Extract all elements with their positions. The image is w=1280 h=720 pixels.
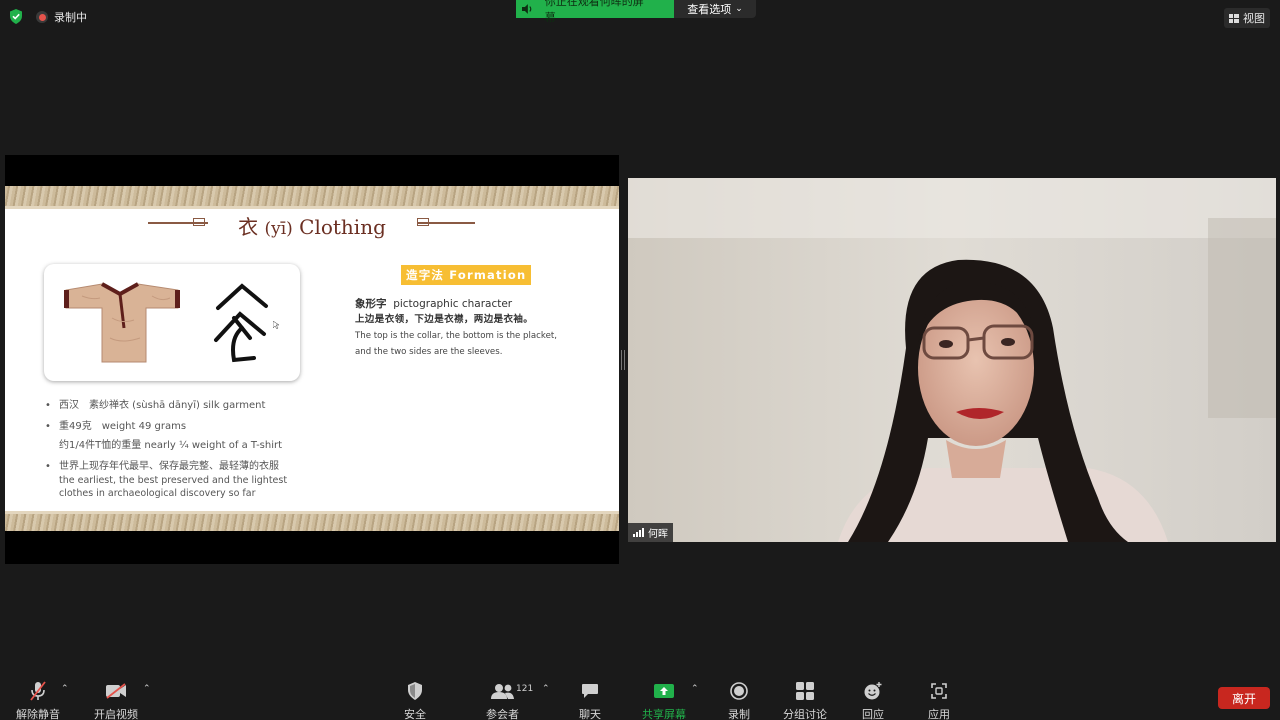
add-reaction-icon [861, 679, 885, 703]
breakout-rooms-button[interactable]: 分组讨论 [783, 676, 827, 720]
participants-button[interactable]: 参会者 [486, 676, 519, 720]
share-options-caret-icon[interactable]: ⌃ [691, 684, 699, 694]
participant-name-tag: 何晖 [628, 523, 673, 542]
viewing-banner-text: 你正在观看何晖的屏幕 [544, 0, 644, 24]
mouse-cursor-icon [273, 321, 279, 329]
formation-description: 象形字 pictographic character 上边是衣领，下边是衣襟，两… [355, 296, 585, 360]
participant-count: 121 [516, 684, 534, 694]
leave-meeting-button[interactable]: 离开 [1218, 687, 1270, 709]
participants-caret-icon[interactable]: ⌃ [542, 684, 550, 694]
view-options-button[interactable]: 查看选项 ⌄ [674, 0, 756, 18]
bullet-item: 西汉 素纱禅衣 (sùshā dānyī) silk garment [45, 399, 335, 413]
title-pinyin: (yī) [264, 219, 293, 239]
breakout-rooms-icon [793, 679, 817, 703]
viewing-banner: 你正在观看何晖的屏幕 [516, 0, 674, 24]
formation-label: 造字法 Formation [401, 265, 532, 285]
security-button[interactable]: 安全 [403, 676, 427, 720]
bullet-item-en-2: clothes in archaeological discovery so f… [59, 488, 256, 499]
apps-icon [927, 679, 951, 703]
meeting-toolbar: 解除静音 ⌃ 开启视频 ⌃ 安全 参会者 121 ⌃ 聊天 共享屏幕 ⌃ 录制 … [0, 676, 1280, 720]
security-shield-icon[interactable] [9, 9, 23, 24]
title-english: Clothing [299, 215, 386, 239]
shield-icon [403, 679, 427, 703]
chat-bubble-icon [578, 679, 602, 703]
bullet-item-cn: 世界上现存年代最早、保存最完整、最轻薄的衣服 [59, 461, 279, 472]
signal-strength-icon [633, 528, 644, 537]
bullet-item: 世界上现存年代最早、保存最完整、最轻薄的衣服 the earliest, the… [45, 460, 335, 500]
unmute-button[interactable]: 解除静音 [16, 676, 60, 720]
grid-view-icon [1229, 13, 1239, 23]
chat-button[interactable]: 聊天 [578, 676, 602, 720]
muted-microphone-icon [26, 679, 50, 703]
video-options-caret-icon[interactable]: ⌃ [143, 684, 151, 694]
slide-bottom-border [5, 514, 619, 531]
title-chinese: 衣 [238, 215, 259, 239]
recording-icon [36, 11, 48, 23]
speaker-video[interactable]: 何晖 [628, 178, 1276, 542]
screen-share-banner: 你正在观看何晖的屏幕 查看选项 ⌄ [516, 0, 756, 24]
video-off-icon [104, 679, 128, 703]
top-bar: 录制中 你正在观看何晖的屏幕 查看选项 ⌄ 视图 [0, 0, 1280, 32]
reactions-label: 回应 [862, 708, 884, 720]
shared-screen: 衣 (yī) Clothing 造字法 Formation 象形字 pictog… [5, 155, 619, 564]
apps-button[interactable]: 应用 [927, 676, 951, 720]
silk-garment-image [64, 282, 180, 363]
participants-label: 参会者 [486, 708, 519, 720]
explanation-chinese: 上边是衣领，下边是衣襟，两边是衣袖。 [355, 314, 534, 325]
speaker-video-feed [628, 178, 1276, 542]
record-icon [727, 679, 751, 703]
participants-icon [490, 679, 515, 703]
bullet-subitem: 约1/4件T恤的重量 nearly ¼ weight of a T-shirt [59, 440, 283, 451]
share-screen-label: 共享屏幕 [642, 708, 686, 720]
character-type: 象形字 pictographic character [355, 296, 585, 312]
oracle-bone-glyph-image [214, 283, 268, 363]
character-type-cn: 象形字 [355, 298, 387, 310]
start-video-button[interactable]: 开启视频 [94, 676, 138, 720]
explanation-english-1: The top is the collar, the bottom is the… [355, 331, 557, 341]
speaker-icon [522, 4, 532, 14]
participant-name: 何晖 [648, 529, 668, 540]
apps-label: 应用 [928, 708, 950, 720]
character-type-en: pictographic character [393, 298, 513, 310]
share-screen-icon [652, 679, 676, 703]
record-button[interactable]: 录制 [727, 676, 751, 720]
explanation-english-2: and the two sides are the sleeves. [355, 347, 503, 357]
split-view-handle[interactable] [621, 350, 625, 370]
unmute-label: 解除静音 [16, 708, 60, 720]
breakout-rooms-label: 分组讨论 [783, 708, 827, 720]
presentation-slide: 衣 (yī) Clothing 造字法 Formation 象形字 pictog… [5, 186, 619, 531]
security-label: 安全 [404, 708, 426, 720]
chevron-down-icon: ⌄ [735, 4, 743, 14]
bullet-item-en-1: the earliest, the best preserved and the… [59, 475, 288, 486]
reactions-button[interactable]: 回应 [861, 676, 885, 720]
bullet-item: 重49克 weight 49 grams [45, 420, 335, 434]
slide-top-border [5, 186, 619, 206]
chat-label: 聊天 [579, 708, 601, 720]
recording-label: 录制中 [54, 11, 87, 24]
share-screen-button[interactable]: 共享屏幕 [642, 676, 686, 720]
audio-options-caret-icon[interactable]: ⌃ [61, 684, 69, 694]
view-options-label: 查看选项 [687, 3, 732, 16]
slide-title: 衣 (yī) Clothing [5, 211, 619, 240]
view-button[interactable]: 视图 [1224, 8, 1270, 28]
slide-bullets: 西汉 素纱禅衣 (sùshā dānyī) silk garment 重49克 … [45, 399, 335, 507]
view-button-label: 视图 [1243, 12, 1265, 25]
record-label: 录制 [728, 708, 750, 720]
garment-image-card [44, 264, 300, 381]
start-video-label: 开启视频 [94, 708, 138, 720]
recording-indicator[interactable]: 录制中 [36, 9, 87, 25]
